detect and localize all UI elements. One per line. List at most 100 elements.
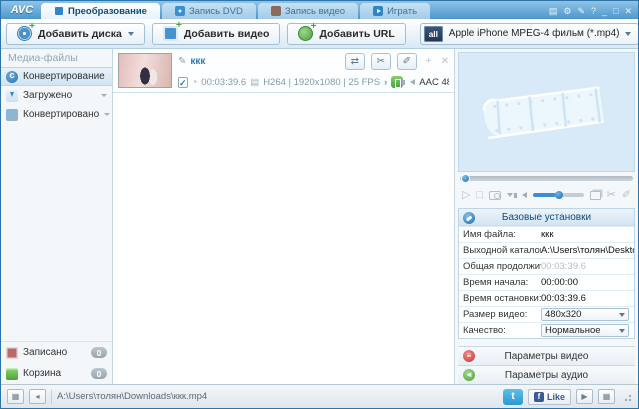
file-row-top: ✎ ккк ⇄ ✂ ✐ + ✕: [178, 53, 449, 70]
disc-plus-icon: [17, 21, 35, 41]
sidebar-item-converted[interactable]: Конвертировано: [1, 105, 112, 124]
status-bar: ▦ ◂ A:\Users\толян\Downloads\ккк.mp4 t f…: [1, 384, 638, 408]
setting-row-start-time: Время начала: 00:00:00: [459, 274, 634, 290]
output-format-select[interactable]: all Apple iPhone MPEG-4 фильм (*.mp4): [419, 22, 638, 45]
chevron-down-icon[interactable]: [104, 113, 111, 116]
tools-icon[interactable]: ✎: [577, 6, 585, 16]
frames-icon[interactable]: [589, 190, 601, 200]
toolbar: Добавить диска Добавить видео Добавить U…: [1, 19, 638, 49]
sidebar-item-downloaded[interactable]: Загружено: [1, 86, 112, 105]
preview-player[interactable]: [458, 52, 635, 172]
edit-pencil-icon[interactable]: ✎: [178, 56, 186, 67]
sidebar-item-trash[interactable]: Корзина 0: [1, 363, 112, 384]
output-dir-value[interactable]: A:\Users\толян\Deskto...: [541, 245, 634, 256]
panel-toggle-button[interactable]: ▦: [598, 389, 615, 404]
add-url-button[interactable]: Добавить URL: [287, 21, 406, 45]
file-list-empty-area[interactable]: [113, 93, 454, 384]
sidebar-item-label: Записано: [23, 347, 68, 358]
video-params-icon: ≡: [463, 350, 475, 362]
stop-button[interactable]: □: [476, 188, 483, 202]
minimize-icon[interactable]: _: [602, 6, 607, 16]
clip-scissors-icon[interactable]: ✂: [607, 188, 616, 202]
convert-tab-icon: [54, 6, 64, 16]
facebook-icon: f: [533, 391, 544, 402]
converted-icon: [6, 108, 18, 121]
video-size-value: 480x320: [545, 309, 582, 320]
sidebar: Медиа-файлы Конвертирование Загружено Ко…: [1, 49, 113, 384]
seek-handle[interactable]: [461, 174, 470, 183]
add-plus-icon[interactable]: +: [426, 56, 432, 67]
setting-row-output-dir: Выходной каталог: A:\Users\толян\Deskto.…: [459, 242, 634, 258]
seek-bar[interactable]: [458, 172, 635, 185]
chevron-down-icon[interactable]: [506, 193, 513, 197]
play-button[interactable]: ▷: [462, 188, 470, 202]
effects-wand-button[interactable]: ✐: [396, 53, 417, 70]
play-panel-button[interactable]: ▶: [576, 389, 593, 404]
view-grid-button[interactable]: ▦: [7, 389, 24, 404]
tab-convert[interactable]: Преобразование: [41, 3, 160, 19]
add-video-button[interactable]: Добавить видео: [151, 20, 281, 45]
speaker-icon: [402, 79, 416, 85]
file-row[interactable]: ✎ ккк ⇄ ✂ ✐ + ✕ ✓ ◔ 00:03:39.6 ▤ H264 | …: [113, 49, 454, 93]
content-area: Медиа-файлы Конвертирование Загружено Ко…: [1, 49, 638, 384]
setting-row-quality: Качество: Нормальное: [459, 322, 634, 338]
reconvert-button[interactable]: ⇄: [344, 53, 365, 70]
facebook-like-button[interactable]: f Like: [527, 388, 571, 405]
tab-burn-dvd[interactable]: Запись DVD: [161, 3, 256, 19]
setting-row-filename: Имя файла: ккк: [459, 226, 634, 242]
basic-settings-panel: Базовые установки Имя файла: ккк Выходно…: [458, 208, 635, 339]
setting-row-video-size: Размер видео: 480x320: [459, 306, 634, 322]
video-params-label: Параметры видео: [504, 350, 589, 362]
twitter-button[interactable]: t: [502, 388, 523, 405]
output-format-value: Apple iPhone MPEG-4 фильм (*.mp4): [448, 28, 620, 39]
close-icon[interactable]: ✕: [624, 6, 632, 16]
resize-grip[interactable]: [622, 391, 632, 402]
volume-slider[interactable]: [532, 191, 584, 199]
file-checkbox[interactable]: ✓: [178, 76, 188, 88]
quality-select[interactable]: Нормальное: [541, 324, 629, 337]
tab-play-label: Играть: [387, 5, 418, 17]
effects-wand-icon[interactable]: ✐: [622, 188, 631, 202]
app-logo: AVC: [10, 4, 34, 16]
current-file-path: A:\Users\толян\Downloads\ккк.mp4: [57, 391, 208, 402]
sidebar-item-label: Загружено: [23, 90, 73, 101]
snapshot-camera-button[interactable]: [489, 190, 501, 200]
setting-row-stop-time: Время остановки: 00:03:39.6: [459, 290, 634, 306]
remove-close-icon[interactable]: ✕: [441, 56, 449, 67]
sidebar-item-label: Корзина: [23, 368, 62, 379]
divider: [51, 389, 52, 404]
chevron-down-icon[interactable]: [101, 94, 107, 97]
log-icon[interactable]: ▤: [549, 6, 558, 16]
download-icon: [6, 89, 18, 102]
filename-value[interactable]: ккк: [541, 229, 634, 240]
like-label: Like: [546, 391, 565, 402]
stop-time-value[interactable]: 00:03:39.6: [541, 293, 634, 304]
tab-play[interactable]: Играть: [360, 3, 431, 19]
video-params-button[interactable]: ≡ Параметры видео: [458, 346, 635, 365]
volume-handle[interactable]: [554, 191, 563, 199]
video-size-select[interactable]: 480x320: [541, 308, 629, 321]
gear-icon[interactable]: ⚙: [563, 6, 571, 16]
add-disc-button[interactable]: Добавить диска: [6, 21, 145, 45]
tab-record-video-label: Запись видео: [284, 5, 346, 17]
help-icon[interactable]: ?: [591, 6, 596, 16]
speaker-icon[interactable]: [513, 192, 527, 198]
collapse-button[interactable]: ◂: [29, 389, 46, 404]
tab-record-video[interactable]: Запись видео: [257, 3, 359, 19]
volume-fill: [532, 193, 556, 197]
add-video-label: Добавить видео: [183, 27, 270, 40]
file-title[interactable]: ккк: [190, 56, 205, 67]
audio-params-button[interactable]: ◄ Параметры аудио: [458, 365, 635, 384]
speaker-icon: ◄: [463, 369, 475, 381]
start-time-value[interactable]: 00:00:00: [541, 277, 634, 288]
maximize-icon[interactable]: □: [613, 6, 618, 16]
seek-track[interactable]: [460, 176, 633, 181]
count-badge: 0: [91, 347, 107, 358]
clip-scissors-button[interactable]: ✂: [370, 53, 391, 70]
sidebar-item-recorded[interactable]: Записано 0: [1, 342, 112, 363]
twitter-icon: t: [511, 391, 515, 402]
audio-track-select[interactable]: AAC 48 K...: [419, 77, 449, 88]
player-controls: ▷ □ ✂ ✐: [458, 185, 635, 205]
sidebar-item-converting[interactable]: Конвертирование: [1, 67, 112, 86]
